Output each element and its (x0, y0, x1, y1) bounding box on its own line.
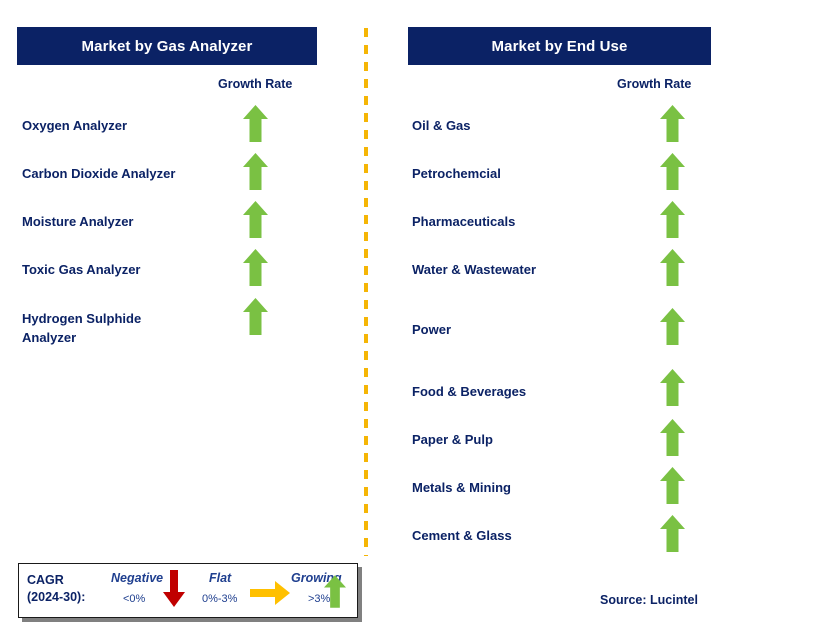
arrow-up-icon (660, 369, 685, 406)
legend-term-flat: Flat (209, 571, 232, 585)
arrow-right-icon (250, 581, 290, 605)
arrow-up-icon (660, 467, 685, 504)
infographic-canvas: Market by Gas Analyzer Market by End Use… (0, 0, 818, 644)
arrow-down-icon (163, 570, 185, 607)
row-label: Food & Beverages (412, 384, 527, 399)
row-label: Power (412, 322, 452, 337)
legend-cagr-label: CAGR (2024-30): (27, 573, 86, 604)
row-label: Oil & Gas (412, 118, 471, 133)
legend-range-negative: <0% (123, 593, 146, 605)
row-label: Petrochemcial (412, 166, 501, 181)
arrow-up-icon (324, 573, 346, 610)
arrow-up-icon (660, 153, 685, 190)
cagr-legend-box: CAGR (2024-30): Negative <0% Flat 0%-3% … (18, 563, 358, 618)
row-label: Pharmaceuticals (412, 214, 516, 229)
row-label: Paper & Pulp (412, 432, 493, 447)
arrow-up-icon (660, 105, 685, 142)
arrow-up-icon (660, 515, 685, 552)
legend-term-negative: Negative (111, 571, 164, 585)
arrow-up-icon (660, 249, 685, 286)
row-label: Cement & Glass (412, 528, 512, 543)
arrow-up-icon (660, 419, 685, 456)
row-label: Metals & Mining (412, 480, 511, 495)
arrow-up-icon (660, 201, 685, 238)
end-use-row-list: Oil & Gas Petrochemcial Pharmaceuticals Wat… (0, 0, 818, 644)
row-label: Water & Wastewater (412, 262, 537, 277)
arrow-up-icon (660, 308, 685, 345)
source-note: Source: Lucintel (600, 593, 698, 607)
legend-range-flat: 0%-3% (202, 593, 238, 605)
